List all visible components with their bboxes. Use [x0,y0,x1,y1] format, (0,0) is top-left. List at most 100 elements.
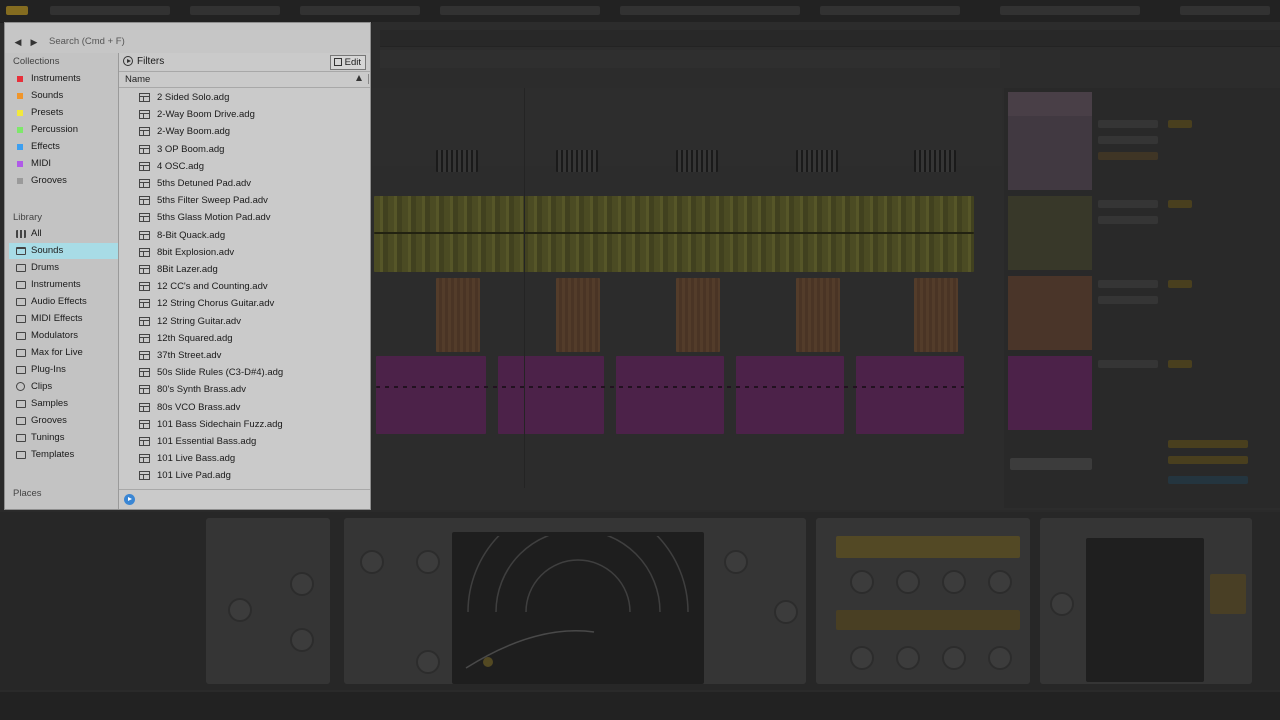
search-bar: ◀ ▶ [5,33,371,51]
library-item-grooves[interactable]: Grooves [9,413,118,429]
list-item[interactable]: 101 Live Bass.adg [119,450,370,467]
library-item-sounds[interactable]: Sounds [9,243,118,259]
color-tag-icon [17,76,23,82]
sort-ascending-icon[interactable] [356,75,362,81]
edit-icon [333,58,342,66]
preset-icon [139,437,150,446]
preset-icon [139,93,150,102]
clip [374,196,974,272]
preset-icon [139,247,150,257]
list-item[interactable]: 101 Bass Sidechain Fuzz.adg [119,416,370,433]
library-item-drums[interactable]: Drums [9,260,118,276]
list-item[interactable]: 12 String Chorus Guitar.adv [119,295,370,312]
color-tag-icon [17,178,23,184]
collection-item-grooves[interactable]: Grooves [9,173,118,189]
list-item[interactable]: 12 CC's and Counting.adv [119,278,370,295]
library-item-all[interactable]: All [9,226,118,242]
file-list-scrollbar[interactable] [366,89,370,487]
preset-icon [139,368,150,378]
list-item[interactable]: 50s Slide Rules (C3-D#4).adg [119,364,370,381]
preset-icon [139,385,150,395]
library-item-templates[interactable]: Templates [9,447,118,463]
list-item[interactable]: 2 Sided Solo.adg [119,89,370,106]
preset-icon [139,454,150,464]
column-header[interactable]: Name [119,72,370,88]
name-column-header: Name [125,74,151,85]
preset-icon [139,333,150,343]
library-item-audio-effects[interactable]: Audio Effects [9,294,118,310]
browser-panel: ◀ ▶ Collections Instruments Sounds Prese… [4,22,371,510]
collection-item-midi[interactable]: MIDI [9,156,118,172]
library-item-max-for-live[interactable]: Max for Live [9,345,118,361]
list-item[interactable]: 5ths Detuned Pad.adv [119,175,370,192]
list-item[interactable]: 5ths Glass Motion Pad.adv [119,209,370,226]
list-item[interactable]: 101 Live Pad.adg [119,467,370,484]
column-grip [368,74,369,84]
control-bar [0,0,1280,23]
list-item[interactable]: 2-Way Boom.adg [119,123,370,140]
list-item[interactable]: 101 Essential Bass.adg [119,433,370,450]
plug-ins-icon [16,366,26,374]
list-item[interactable]: 4 OSC.adg [119,158,370,175]
collections-title: Collections [13,56,60,67]
library-item-tunings[interactable]: Tunings [9,430,118,446]
search-input[interactable] [45,34,371,49]
collection-item-instruments[interactable]: Instruments [9,71,118,87]
preset-icon [139,230,150,240]
preset-icon [139,265,150,274]
preset-icon [139,179,150,188]
library-item-samples[interactable]: Samples [9,396,118,412]
collection-item-effects[interactable]: Effects [9,139,118,155]
list-item[interactable]: 37th Street.adv [119,347,370,364]
playhead [524,88,525,488]
library-item-instruments[interactable]: Instruments [9,277,118,293]
list-item[interactable]: 5ths Filter Sweep Pad.adv [119,192,370,209]
browser-content: Filters Edit Name 2 Sided Solo.adg 2-Way… [119,53,370,509]
instruments-icon [16,281,26,289]
forward-arrow-icon[interactable]: ▶ [27,35,41,49]
list-item[interactable]: 8bit Explosion.adv [119,244,370,261]
list-item[interactable]: 8Bit Lazer.adg [119,261,370,278]
list-item[interactable]: 12th Squared.adg [119,330,370,347]
clips-icon [16,382,25,391]
library-item-clips[interactable]: Clips [9,379,118,395]
preset-icon [139,110,150,120]
device-panel [206,518,330,684]
list-item[interactable]: 3 OP Boom.adg [119,141,370,158]
color-tag-icon [17,93,23,99]
filters-label[interactable]: Filters [137,56,164,67]
beat-ruler [380,50,1000,68]
browser-sidebar: Collections Instruments Sounds Presets P… [5,53,118,509]
midi-effects-icon [16,315,26,323]
places-title: Places [13,488,42,499]
max-for-live-icon [16,349,26,357]
file-list: 2 Sided Solo.adg 2-Way Boom Drive.adg 2-… [119,89,370,489]
preset-icon [139,127,150,137]
list-item[interactable]: 2-Way Boom Drive.adg [119,106,370,123]
browser-toggle [6,6,28,15]
collection-item-sounds[interactable]: Sounds [9,88,118,104]
list-item[interactable]: 8-Bit Quack.adg [119,227,370,244]
filters-toggle-icon[interactable] [123,56,133,66]
list-item[interactable]: 80s VCO Brass.adv [119,399,370,416]
all-icon [16,230,26,238]
list-item[interactable]: 12 String Guitar.adv [119,313,370,330]
library-item-plug-ins[interactable]: Plug-Ins [9,362,118,378]
echo-visualizer [465,536,689,669]
preset-icon [139,402,150,412]
collection-item-percussion[interactable]: Percussion [9,122,118,138]
edit-button[interactable]: Edit [329,55,366,70]
preview-play-icon[interactable] [124,494,135,505]
sounds-icon [16,247,26,255]
back-arrow-icon[interactable]: ◀ [11,35,25,49]
preset-icon [139,316,150,326]
library-item-midi-effects[interactable]: MIDI Effects [9,311,118,327]
collection-item-presets[interactable]: Presets [9,105,118,121]
audio-effects-icon [16,298,26,306]
preset-icon [139,471,150,481]
status-bar [0,692,1280,720]
preset-icon [139,351,150,360]
list-item[interactable]: 80's Synth Brass.adv [119,381,370,398]
color-tag-icon [17,127,23,133]
library-item-modulators[interactable]: Modulators [9,328,118,344]
